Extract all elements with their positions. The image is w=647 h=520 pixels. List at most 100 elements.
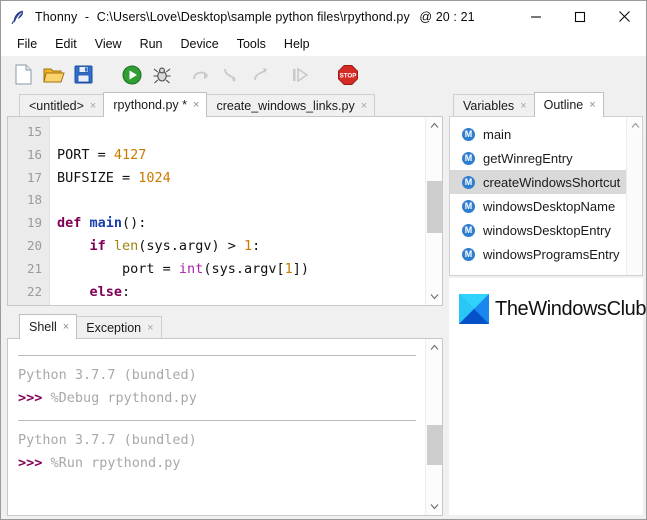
shell-console[interactable]: Python 3.7.7 (bundled) >>> %Debug rpython… [7, 338, 443, 516]
tab-exception[interactable]: Exception × [76, 316, 161, 339]
menu-help[interactable]: Help [275, 35, 319, 53]
code-line[interactable]: def main(): [51, 212, 424, 235]
new-file-icon[interactable] [11, 62, 36, 87]
code-token [57, 238, 90, 254]
close-icon[interactable]: × [193, 100, 199, 111]
resume-icon [287, 62, 312, 87]
menu-run[interactable]: Run [131, 35, 172, 53]
tab-shell[interactable]: Shell × [19, 314, 77, 339]
close-icon[interactable]: × [147, 323, 153, 334]
tab-rpythond[interactable]: rpythond.py * × [103, 92, 207, 117]
tab-label: <untitled> [29, 99, 84, 113]
code-line[interactable]: PORT = 4127 [51, 144, 424, 167]
code-editor[interactable]: 151617181920212223 PORT = 4127BUFSIZE = … [7, 116, 443, 306]
code-token: 1024 [138, 170, 171, 186]
menu-edit[interactable]: Edit [46, 35, 86, 53]
open-file-icon[interactable] [41, 62, 66, 87]
title-separator: - [85, 10, 89, 24]
tab-variables[interactable]: Variables × [453, 94, 535, 117]
code-line[interactable]: port = int(sys.argv[1]) [51, 258, 424, 281]
close-icon[interactable]: × [520, 101, 526, 112]
code-token: len [114, 238, 138, 254]
outline-list[interactable]: MmainMgetWinregEntryMcreateWindowsShortc… [449, 116, 643, 276]
scroll-up-icon[interactable] [627, 117, 643, 134]
save-file-icon[interactable] [71, 62, 96, 87]
method-icon: M [462, 152, 475, 165]
outline-item-label: windowsProgramsEntry [483, 247, 620, 262]
maximize-button[interactable] [558, 2, 602, 32]
outline-items: MmainMgetWinregEntryMcreateWindowsShortc… [450, 117, 642, 266]
outline-item[interactable]: MwindowsProgramsEntry [450, 242, 642, 266]
outline-item[interactable]: MgetWinregEntry [450, 146, 642, 170]
outline-item-label: windowsDesktopEntry [483, 223, 611, 238]
line-number: 21 [8, 258, 49, 281]
editor-pane: <untitled> × rpythond.py * × create_wind… [7, 93, 443, 515]
outline-item[interactable]: MwindowsDesktopEntry [450, 218, 642, 242]
tab-outline[interactable]: Outline × [534, 92, 604, 117]
shell-tabstrip: Shell × Exception × [7, 315, 443, 339]
step-out-icon [248, 62, 273, 87]
shell-command-text: %Debug rpythond.py [42, 390, 196, 406]
menu-view[interactable]: View [86, 35, 131, 53]
method-icon: M [462, 128, 475, 141]
side-tabstrip: Variables × Outline × [449, 93, 643, 117]
code-token: if [90, 238, 114, 254]
menu-device[interactable]: Device [172, 35, 228, 53]
line-number: 16 [8, 144, 49, 167]
shell-scroll-thumb[interactable] [427, 425, 442, 465]
scroll-up-icon[interactable] [426, 339, 443, 356]
code-text-area[interactable]: PORT = 4127BUFSIZE = 1024 def main(): if… [51, 117, 424, 305]
shell-banner: Python 3.7.7 (bundled) [18, 429, 424, 452]
run-icon[interactable] [119, 62, 144, 87]
scroll-up-icon[interactable] [426, 117, 443, 134]
scroll-down-icon[interactable] [426, 288, 443, 305]
code-token: 1 [285, 261, 293, 277]
debug-icon[interactable] [149, 62, 174, 87]
tab-create-windows-links[interactable]: create_windows_links.py × [206, 94, 375, 117]
code-token: PORT = [57, 147, 114, 163]
tab-label: Exception [86, 321, 141, 335]
code-line[interactable]: if len(sys.argv) > 1: [51, 235, 424, 258]
code-line[interactable]: BUFSIZE = 1024 [51, 167, 424, 190]
scroll-down-icon[interactable] [426, 498, 443, 515]
outline-item[interactable]: Mmain [450, 122, 642, 146]
tab-untitled[interactable]: <untitled> × [19, 94, 104, 117]
outline-item-label: main [483, 127, 511, 142]
close-icon[interactable]: × [90, 101, 96, 112]
editor-scroll-thumb[interactable] [427, 181, 442, 233]
code-token: BUFSIZE = [57, 170, 138, 186]
shell-output[interactable]: Python 3.7.7 (bundled) >>> %Debug rpython… [8, 339, 424, 515]
code-line[interactable] [51, 121, 424, 144]
tab-label: Variables [463, 99, 514, 113]
svg-text:STOP: STOP [339, 72, 356, 79]
menu-tools[interactable]: Tools [228, 35, 275, 53]
close-icon[interactable]: × [589, 100, 595, 111]
close-button[interactable] [602, 2, 646, 32]
tab-label: create_windows_links.py [216, 99, 354, 113]
line-number: 23 [8, 303, 49, 306]
shell-pane: Shell × Exception × Python 3.7.7 (bundle… [7, 315, 443, 516]
outline-scrollbar[interactable] [626, 117, 642, 275]
outline-item[interactable]: MwindowsDesktopName [450, 194, 642, 218]
menu-bar: File Edit View Run Device Tools Help [1, 32, 646, 56]
toolbar: STOP [1, 56, 646, 93]
shell-command-line[interactable]: >>> %Run rpythond.py [18, 452, 424, 475]
menu-file[interactable]: File [8, 35, 46, 53]
editor-scrollbar[interactable] [425, 117, 442, 305]
code-line[interactable] [51, 189, 424, 212]
close-icon[interactable]: × [361, 101, 367, 112]
minimize-button[interactable] [514, 2, 558, 32]
thewindowsclub-logo [459, 294, 489, 324]
shell-divider [18, 355, 416, 356]
step-over-icon [188, 62, 213, 87]
close-icon[interactable]: × [63, 322, 69, 333]
outline-item[interactable]: McreateWindowsShortcut [450, 170, 642, 194]
shell-command-text: %Run rpythond.py [42, 455, 180, 471]
code-line[interactable]: port = PORT [51, 303, 424, 305]
shell-command-line[interactable]: >>> %Debug rpythond.py [18, 387, 424, 410]
stop-icon[interactable]: STOP [335, 62, 360, 87]
shell-scrollbar[interactable] [425, 339, 442, 515]
code-token: 1 [244, 238, 252, 254]
line-number: 18 [8, 189, 49, 212]
code-line[interactable]: else: [51, 281, 424, 304]
